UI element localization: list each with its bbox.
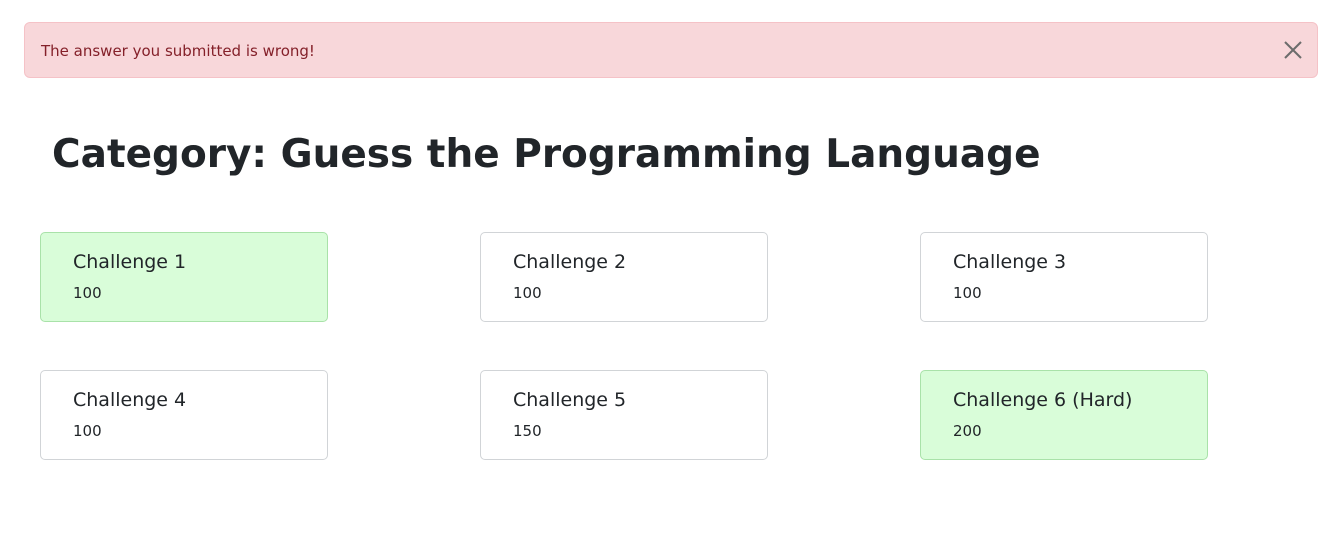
- challenge-card-3[interactable]: Challenge 3 100: [920, 232, 1208, 322]
- challenge-title: Challenge 2: [513, 251, 627, 273]
- challenge-points: 100: [73, 284, 102, 302]
- challenge-card-6[interactable]: Challenge 6 (Hard) 200: [920, 370, 1208, 460]
- challenge-title: Challenge 1: [73, 251, 187, 273]
- challenge-title: Challenge 6 (Hard): [953, 389, 1133, 411]
- challenge-points: 100: [513, 284, 542, 302]
- challenge-card-2[interactable]: Challenge 2 100: [480, 232, 768, 322]
- challenge-card-1[interactable]: Challenge 1 100: [40, 232, 328, 322]
- challenge-points: 200: [953, 422, 982, 440]
- challenge-title: Challenge 5: [513, 389, 627, 411]
- alert-message: The answer you submitted is wrong!: [41, 42, 315, 60]
- error-alert: The answer you submitted is wrong!: [24, 22, 1318, 78]
- close-icon-glyph: [1284, 41, 1302, 59]
- challenge-card-5[interactable]: Challenge 5 150: [480, 370, 768, 460]
- challenge-points: 100: [73, 422, 102, 440]
- close-icon[interactable]: [1283, 40, 1303, 60]
- challenge-card-4[interactable]: Challenge 4 100: [40, 370, 328, 460]
- challenge-points: 150: [513, 422, 542, 440]
- challenge-title: Challenge 4: [73, 389, 187, 411]
- challenge-points: 100: [953, 284, 982, 302]
- page-title: Category: Guess the Programming Language: [52, 132, 1041, 177]
- challenge-title: Challenge 3: [953, 251, 1067, 273]
